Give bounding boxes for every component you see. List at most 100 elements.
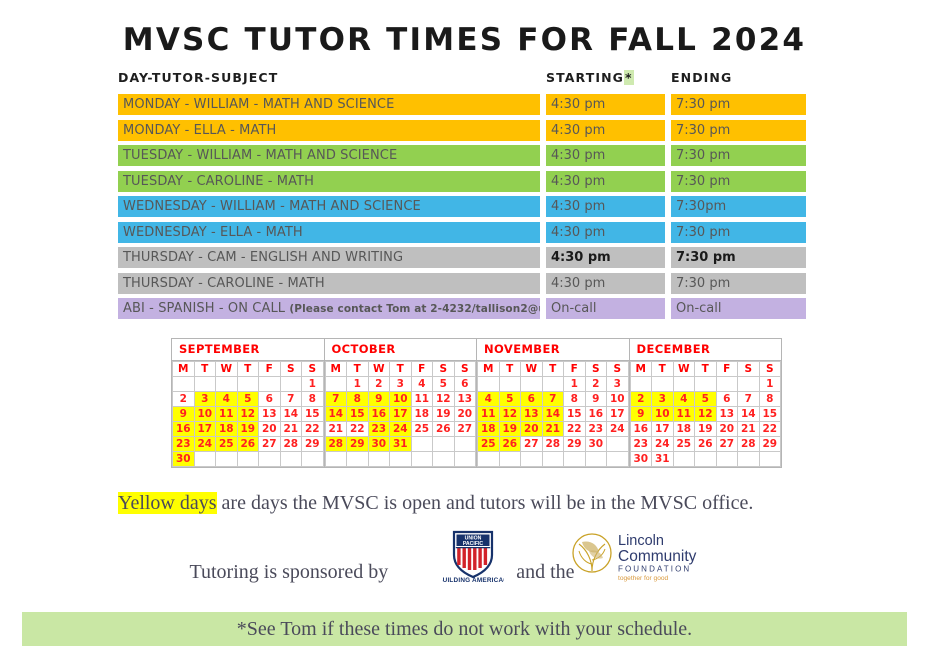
calendar-week-row: 14 15 16 17 18 19 20 [324, 406, 476, 422]
calendar-day-empty [346, 451, 369, 467]
yellow-days-highlight: Yellow days [118, 492, 217, 514]
calendar-week-row: 30 31 [629, 451, 781, 467]
calendar-day: 20 [715, 421, 738, 437]
calendar-weekday-header: M [629, 361, 652, 377]
schedule-cell-end: 7:30 pm [671, 272, 806, 294]
calendar-day-empty [172, 376, 195, 392]
calendar-day: 25 [215, 436, 238, 452]
calendar-day: 6 [453, 376, 476, 392]
schedule-cell-subject: MONDAY - ELLA - MATH [118, 119, 540, 141]
calendar-day-empty [215, 451, 238, 467]
calendar-weekday-header: T [651, 361, 674, 377]
calendar-day: 14 [737, 406, 760, 422]
calendar-week-row: 21 22 23 24 25 26 27 [324, 421, 476, 437]
calendar-week-row: 2345678 [172, 391, 324, 407]
calendar-month-title: NOVEMBER [477, 339, 629, 361]
calendar-day: 30 [629, 451, 652, 467]
calendar-weekday-header: W [672, 361, 695, 377]
schedule-row: MONDAY - WILLIAM - MATH AND SCIENCE 4:30 … [118, 94, 806, 115]
lcf-line1: Lincoln [618, 533, 664, 549]
calendar-day: 6 [258, 391, 281, 407]
calendar-day: 7 [324, 391, 347, 407]
lincoln-community-foundation-mark-icon: Lincoln Community FOUNDATION together fo… [572, 533, 697, 582]
calendar-month-title: SEPTEMBER [172, 339, 324, 361]
schedule-subject-text: THURSDAY - CAROLINE - MATH [123, 275, 325, 291]
calendar-day: 15 [301, 406, 324, 422]
calendar-day-empty [193, 376, 216, 392]
calendar-day-empty [215, 376, 238, 392]
calendar-day: 18 [477, 421, 500, 437]
lincoln-community-foundation-logo: Lincoln Community FOUNDATION together fo… [570, 530, 715, 582]
calendar-day: 29 [346, 436, 369, 452]
calendar-day: 25 [477, 436, 500, 452]
schedule-row: TUESDAY - WILLIAM - MATH AND SCIENCE 4:30… [118, 145, 806, 166]
calendar-day: 3 [606, 376, 629, 392]
calendar-day-empty [410, 451, 433, 467]
schedule-body: MONDAY - WILLIAM - MATH AND SCIENCE 4:30 … [118, 94, 806, 319]
calendar-day: 10 [389, 391, 412, 407]
calendar-weekday-header: T [193, 361, 216, 377]
calendar-day-empty [498, 451, 521, 467]
calendar-day-empty [715, 376, 738, 392]
calendar-day: 27 [453, 421, 476, 437]
calendar-day: 6 [520, 391, 543, 407]
schedule-cell-start: 4:30 pm [546, 119, 665, 141]
calendar-weekday-header: S [453, 361, 476, 377]
calendar-day: 13 [520, 406, 543, 422]
schedule-cell-subject: WEDNESDAY - ELLA - MATH [118, 221, 540, 243]
calendar-day-empty [563, 451, 586, 467]
calendar-day: 24 [389, 421, 412, 437]
calendar-weekday-header: M [172, 361, 195, 377]
calendar-month: DECEMBER M T W T F S S 1 2 3 4 5 6 7 8 9 10 11 12 13 14 15 16 17… [628, 338, 782, 468]
calendar-day: 4 [215, 391, 238, 407]
schedule-cell-start: 4:30 pm [546, 221, 665, 243]
schedule-row: THURSDAY - CAROLINE - MATH 4:30 pm 7:30 pm [118, 272, 806, 294]
column-header-starting-text: STARTING [546, 70, 624, 85]
schedule-cell-subject: TUESDAY - WILLIAM - MATH AND SCIENCE [118, 145, 540, 166]
calendar-day-empty [453, 436, 476, 452]
calendar-day: 11 [215, 406, 238, 422]
calendar-day-empty [477, 376, 500, 392]
calendar-grid: M T W T F S S 1 2 3 4 5 6 7 8 9 10 11 12 13 14 15 16 17 18 19 20 21… [324, 361, 477, 467]
calendar-day: 4 [410, 376, 433, 392]
calendar-day: 21 [737, 421, 760, 437]
calendar-weekday-header: F [258, 361, 281, 377]
calendar-weekday-header: S [584, 361, 607, 377]
calendar-weekday-header: S [301, 361, 324, 377]
calendar-day: 17 [193, 421, 216, 437]
calendar-day: 29 [758, 436, 781, 452]
schedule-table: DAY-TUTOR-SUBJECT STARTING* ENDING MONDA… [118, 70, 806, 324]
calendar-day: 24 [606, 421, 629, 437]
schedule-cell-subject: WEDNESDAY - WILLIAM - MATH AND SCIENCE [118, 196, 540, 217]
column-header-starting: STARTING* [546, 70, 665, 90]
calendar-grid: M T W T F S S 1 2 3 4 5 6 7 8 9 10 11 12 13 14 15 16 17 18 19 20 21… [477, 361, 629, 467]
calendar-day: 18 [410, 406, 433, 422]
schedule-cell-end: 7:30 pm [671, 247, 806, 268]
calendar-day: 30 [367, 436, 390, 452]
calendar-day: 5 [498, 391, 521, 407]
sponsor-middle: and the [516, 560, 575, 583]
calendar-day: 29 [563, 436, 586, 452]
calendar-day: 9 [172, 406, 195, 422]
calendar-day: 26 [498, 436, 521, 452]
calendar-day: 17 [606, 406, 629, 422]
calendar-day: 31 [389, 436, 412, 452]
calendar-day: 8 [301, 391, 324, 407]
calendar-day: 14 [541, 406, 564, 422]
calendar-month: SEPTEMBER M T W T F S S 1 2 3 4 5 6 7 8 9 10 11 12 13 14 15 16 1… [171, 338, 324, 468]
calendar-weekday-header: S [737, 361, 760, 377]
calendar-day: 1 [346, 376, 369, 392]
calendar-day: 15 [346, 406, 369, 422]
calendar-day: 9 [629, 406, 652, 422]
schedule-cell-subject: THURSDAY - CAM - ENGLISH AND WRITING [118, 247, 540, 268]
calendar-day: 2 [629, 391, 652, 407]
schedule-cell-start: On-call [546, 298, 665, 319]
calendar-day: 11 [672, 406, 695, 422]
lcf-line3: FOUNDATION [618, 565, 691, 574]
calendar-week-row: 11 12 13 14 15 16 17 [477, 406, 629, 422]
calendar-day-empty [279, 451, 302, 467]
calendar-day: 5 [236, 391, 259, 407]
schedule-cell-end: 7:30 pm [671, 170, 806, 192]
calendar-day-empty [629, 376, 652, 392]
calendar-day: 8 [758, 391, 781, 407]
